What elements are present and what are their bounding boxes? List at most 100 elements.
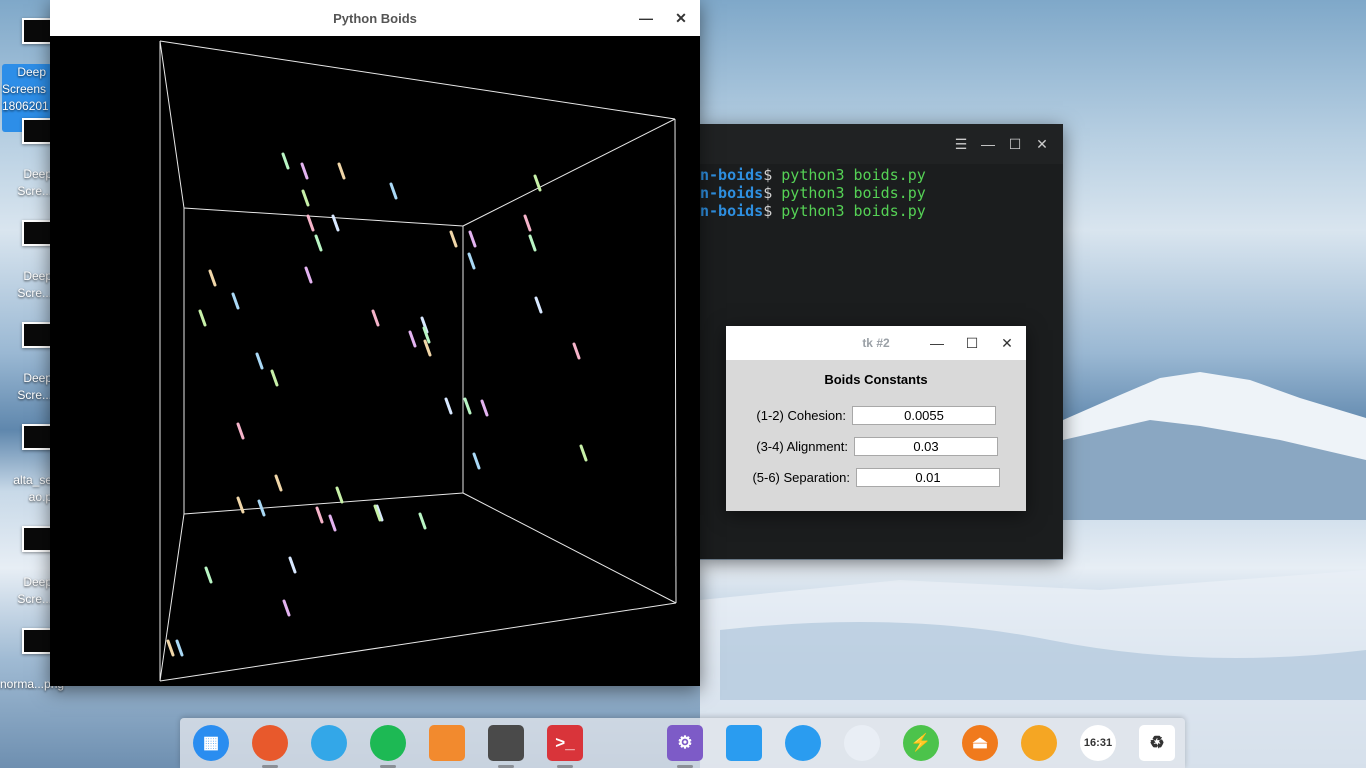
image-thumbnail-icon	[22, 18, 52, 44]
dock-item[interactable]	[726, 725, 762, 761]
dock-item[interactable]: ▦	[193, 725, 229, 761]
boid	[449, 230, 458, 248]
dock-item[interactable]	[844, 725, 880, 761]
terminal-line: n-boids$ python3 boids.py	[700, 184, 926, 202]
image-thumbnail-icon	[22, 526, 52, 552]
boid	[274, 474, 283, 492]
cohesion-label: (1-2) Cohesion:	[756, 408, 846, 423]
dock-item[interactable]	[488, 725, 524, 768]
close-icon[interactable]: ✕	[990, 325, 1024, 361]
dialog-title: tk #2	[862, 336, 890, 350]
boid	[467, 252, 476, 270]
boid	[408, 330, 417, 348]
dock-item[interactable]	[311, 725, 347, 761]
power-icon: ⚡	[903, 725, 939, 761]
launcher-icon: ▦	[193, 725, 229, 761]
dock-item[interactable]	[785, 725, 821, 761]
boid	[301, 189, 310, 207]
alignment-input[interactable]	[854, 437, 998, 456]
dock-item[interactable]: ♻	[1139, 725, 1175, 761]
boid	[288, 556, 297, 574]
boid	[204, 566, 213, 584]
boid	[335, 486, 344, 504]
firefox-icon	[252, 725, 288, 761]
image-thumbnail-icon	[22, 628, 52, 654]
dock-item[interactable]	[370, 725, 406, 768]
boids-layer	[166, 152, 588, 657]
boid	[282, 599, 291, 617]
dock-item[interactable]: ⚙	[667, 725, 703, 768]
boid	[463, 397, 472, 415]
dialog-heading: Boids Constants	[824, 372, 928, 387]
boid	[314, 234, 323, 252]
dock-item[interactable]: 16:31	[1080, 725, 1116, 761]
cohesion-row: (1-2) Cohesion:	[726, 406, 1026, 426]
bounding-box	[159, 40, 677, 682]
terminal-line: n-boids$ python3 boids.py	[700, 202, 926, 220]
separation-input[interactable]	[856, 468, 1000, 487]
screenshot-icon	[726, 725, 762, 761]
dock-item[interactable]: ⏏	[962, 725, 998, 761]
image-thumbnail-icon	[22, 220, 52, 246]
separation-row: (5-6) Separation:	[726, 468, 1026, 488]
dropbox-icon	[844, 725, 880, 761]
boid	[166, 639, 175, 657]
dock-item[interactable]: ⚡	[903, 725, 939, 761]
boid	[306, 214, 315, 232]
boid	[270, 369, 279, 387]
boid	[523, 214, 532, 232]
terminal-icon: >_	[547, 725, 583, 761]
separation-label: (5-6) Separation:	[752, 470, 850, 485]
boid	[175, 639, 184, 657]
boid	[534, 296, 543, 314]
boid	[444, 397, 453, 415]
boid	[315, 506, 324, 524]
window-title: Python Boids	[333, 10, 417, 26]
boid	[528, 234, 537, 252]
boid	[208, 269, 217, 287]
boid	[389, 182, 398, 200]
boid	[231, 292, 240, 310]
spotify-icon	[370, 725, 406, 761]
minimize-icon[interactable]: —	[629, 0, 663, 36]
image-thumbnail-icon	[22, 424, 52, 450]
terminal-line: n-boids$ python3 boids.py	[700, 166, 926, 184]
window-titlebar[interactable]: Python Boids — ✕	[50, 0, 700, 36]
boids-constants-dialog[interactable]: tk #2 — ☐ ✕ Boids Constants (1-2) Cohesi…	[726, 326, 1026, 511]
image-thumbnail-icon	[22, 322, 52, 348]
cohesion-input[interactable]	[852, 406, 996, 425]
minimize-icon[interactable]: —	[920, 325, 954, 361]
dock-item[interactable]: >_	[547, 725, 583, 768]
boid	[198, 309, 207, 327]
boid	[255, 352, 264, 370]
boid	[480, 399, 489, 417]
boid	[281, 152, 290, 170]
dock-item[interactable]	[1021, 725, 1057, 761]
dialog-titlebar[interactable]: tk #2 — ☐ ✕	[726, 326, 1026, 360]
close-icon[interactable]: ✕	[664, 0, 698, 36]
close-icon[interactable]: ✕	[1025, 126, 1059, 162]
trash-icon: ♻	[1139, 725, 1175, 761]
dock-item[interactable]	[429, 725, 465, 761]
boids-canvas[interactable]	[50, 36, 700, 686]
alignment-row: (3-4) Alignment:	[726, 437, 1026, 457]
dock-item[interactable]	[252, 725, 288, 768]
boid	[572, 342, 581, 360]
boid	[328, 514, 337, 532]
file-manager-icon	[311, 725, 347, 761]
eject-icon: ⏏	[962, 725, 998, 761]
maximize-icon[interactable]: ☐	[955, 325, 989, 361]
boids-window[interactable]: Python Boids — ✕	[50, 0, 700, 686]
boid	[304, 266, 313, 284]
wifi-icon	[785, 725, 821, 761]
timer-icon	[1021, 725, 1057, 761]
boid	[300, 162, 309, 180]
terminal-titlebar[interactable]: ☰ — ☐ ✕	[700, 124, 1063, 164]
boid	[337, 162, 346, 180]
alignment-label: (3-4) Alignment:	[756, 439, 848, 454]
terminal-output[interactable]: n-boids$ python3 boids.py n-boids$ pytho…	[700, 166, 926, 220]
sublime-text-icon	[488, 725, 524, 761]
boid	[371, 309, 380, 327]
boid	[579, 444, 588, 462]
clock-icon: 16:31	[1080, 725, 1116, 761]
